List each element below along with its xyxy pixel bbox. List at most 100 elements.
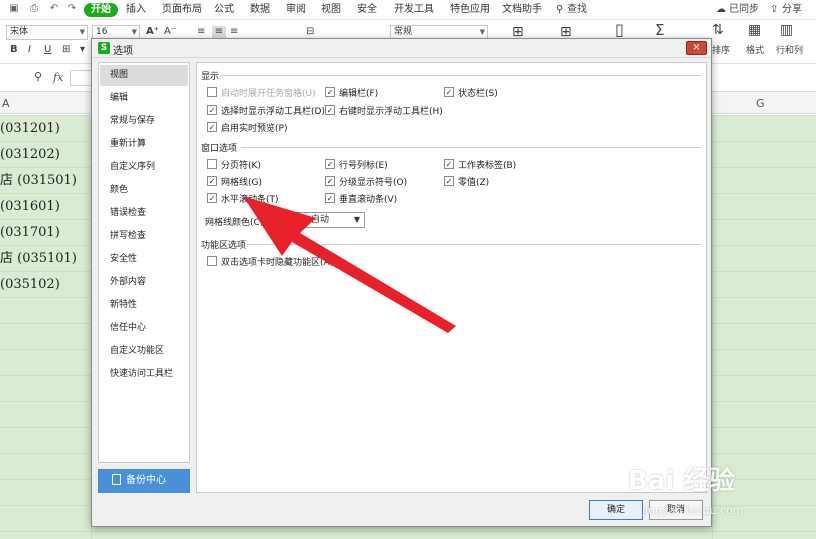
sort-label[interactable]: 排序 (712, 46, 730, 57)
checkbox-float-toolbar-select[interactable]: ✓ (207, 105, 217, 115)
nav-item-custom-list[interactable]: 自定义序列 (100, 157, 188, 178)
search-icon[interactable]: ⚲ (556, 3, 563, 17)
gridline-color-select[interactable]: 自动 ▼ (266, 212, 365, 228)
row-col-icon[interactable]: ▥ (780, 23, 793, 37)
nav-item-color[interactable]: 颜色 (100, 180, 188, 201)
align-middle-icon[interactable]: ≡ (212, 26, 226, 38)
nav-item-edit[interactable]: 编辑 (100, 88, 188, 109)
merge-icon[interactable]: ⊟ (306, 26, 314, 38)
tab-formulas[interactable]: 公式 (214, 3, 234, 17)
ok-button[interactable]: 确定 (589, 500, 643, 520)
checkbox-formula-bar[interactable]: ✓ (325, 87, 335, 97)
checkbox-status-bar[interactable]: ✓ (444, 87, 454, 97)
nav-item-view[interactable]: 视图 (100, 65, 188, 86)
table-cell[interactable]: 店 (031501) (0, 168, 77, 194)
format-label[interactable]: 格式 (746, 46, 764, 57)
nav-item-quick-access[interactable]: 快速访问工具栏 (100, 364, 188, 385)
menu-bar: ▣ ⎙ ↶ ↷ 开始 插入 页面布局 公式 数据 审阅 视图 安全 开发工具 特… (0, 0, 816, 20)
redo-icon[interactable]: ↷ (66, 3, 78, 15)
sort-icon[interactable]: ⇅ (712, 23, 724, 37)
option-label: 启用实时预览(P) (221, 124, 288, 134)
nav-item-new-features[interactable]: 新特性 (100, 295, 188, 316)
table-cell[interactable]: (035102) (0, 272, 60, 298)
sum-icon[interactable]: Σ (655, 23, 664, 38)
close-button[interactable]: × (686, 41, 707, 55)
row-col-label[interactable]: 行和列 (776, 46, 803, 57)
table-cell[interactable]: (031701) (0, 220, 60, 246)
cell-style-icon[interactable]: ⊞ (560, 25, 572, 39)
section-title-window: 窗口选项 (201, 144, 238, 154)
options-nav: 视图 编辑 常规与保存 重新计算 自定义序列 颜色 错误检查 拼写检查 安全性 … (98, 62, 190, 463)
backup-icon (112, 474, 121, 485)
checkbox-live-preview[interactable]: ✓ (207, 122, 217, 132)
section-title-display: 显示 (201, 72, 220, 82)
undo-icon[interactable]: ↶ (48, 3, 60, 15)
tab-view[interactable]: 视图 (321, 3, 341, 17)
bold-icon[interactable]: B (10, 44, 18, 56)
filter-icon[interactable]: ▯ (615, 22, 624, 38)
nav-item-custom-ribbon[interactable]: 自定义功能区 (100, 341, 188, 362)
align-bottom-icon[interactable]: ≡ (230, 26, 238, 38)
watermark-url: jingyan.baidu.com (642, 504, 744, 517)
font-grow-icon[interactable]: A⁺ (146, 26, 159, 38)
tab-doc-assistant[interactable]: 文档助手 (502, 3, 542, 17)
align-top-icon[interactable]: ≡ (197, 26, 205, 38)
tab-security[interactable]: 安全 (357, 3, 377, 17)
tab-developer[interactable]: 开发工具 (394, 3, 434, 17)
checkbox-vertical-scrollbar[interactable]: ✓ (325, 193, 335, 203)
backup-center-button[interactable]: 备份中心 (98, 469, 190, 493)
fill-color-icon[interactable]: ▾ (80, 44, 85, 56)
checkbox-page-break[interactable] (207, 159, 217, 169)
checkbox-hide-ribbon-dblclick[interactable] (207, 256, 217, 266)
font-size-value: 16 (96, 27, 108, 37)
font-name-combo[interactable]: 宋体 ▼ (6, 25, 88, 40)
nav-item-recalc[interactable]: 重新计算 (100, 134, 188, 155)
tab-insert[interactable]: 插入 (126, 3, 146, 17)
nav-item-security[interactable]: 安全性 (100, 249, 188, 270)
tab-data[interactable]: 数据 (250, 3, 270, 17)
column-a-header[interactable]: A (2, 97, 10, 110)
checkbox-zero-values[interactable]: ✓ (444, 176, 454, 186)
option-label: 垂直滚动条(V) (339, 195, 398, 205)
checkbox-sheet-tabs[interactable]: ✓ (444, 159, 454, 169)
nav-item-spell-check[interactable]: 拼写检查 (100, 226, 188, 247)
table-cell[interactable]: 店 (035101) (0, 246, 77, 272)
option-label: 启动时展开任务窗格(U) (221, 89, 316, 99)
share-label[interactable]: 分享 (782, 3, 802, 17)
checkbox-horizontal-scrollbar[interactable]: ✓ (207, 193, 217, 203)
border-icon[interactable]: ⊞ (62, 44, 70, 56)
tab-review[interactable]: 审阅 (286, 3, 306, 17)
backup-label: 备份中心 (126, 475, 166, 486)
tab-home[interactable]: 开始 (84, 3, 118, 17)
save-icon[interactable]: ▣ (8, 3, 20, 15)
checkbox-row-col-headers[interactable]: ✓ (325, 159, 335, 169)
nav-item-external[interactable]: 外部内容 (100, 272, 188, 293)
print-icon[interactable]: ⎙ (28, 3, 40, 15)
nav-item-trust-center[interactable]: 信任中心 (100, 318, 188, 339)
table-style-icon[interactable]: ⊞ (512, 25, 524, 39)
column-g-header[interactable]: G (756, 97, 765, 110)
italic-icon[interactable]: I (28, 44, 31, 56)
search-label[interactable]: 查找 (567, 3, 587, 17)
tab-features[interactable]: 特色应用 (450, 3, 490, 17)
zoom-icon[interactable]: ⚲ (34, 71, 42, 83)
option-label: 状态栏(S) (458, 89, 498, 99)
option-label: 行号列标(E) (339, 161, 388, 171)
table-cell[interactable]: (031201) (0, 116, 60, 142)
dialog-titlebar[interactable]: S 选项 × (92, 39, 711, 58)
nav-item-general-save[interactable]: 常规与保存 (100, 111, 188, 132)
number-format-value: 常规 (394, 27, 413, 37)
format-icon[interactable]: ▦ (748, 23, 761, 37)
font-shrink-icon[interactable]: A⁻ (164, 26, 176, 38)
table-cell[interactable]: (031202) (0, 142, 60, 168)
checkbox-float-toolbar-rightclick[interactable]: ✓ (325, 105, 335, 115)
sync-label[interactable]: 已同步 (729, 3, 759, 17)
underline-icon[interactable]: U (44, 44, 51, 56)
tab-page-layout[interactable]: 页面布局 (162, 3, 202, 17)
checkbox-expand-taskpane[interactable] (207, 87, 217, 97)
fx-icon[interactable]: fx (53, 71, 63, 84)
checkbox-outline-symbols[interactable]: ✓ (325, 176, 335, 186)
nav-item-error-check[interactable]: 错误检查 (100, 203, 188, 224)
checkbox-gridlines[interactable]: ✓ (207, 176, 217, 186)
table-cell[interactable]: (031601) (0, 194, 60, 220)
